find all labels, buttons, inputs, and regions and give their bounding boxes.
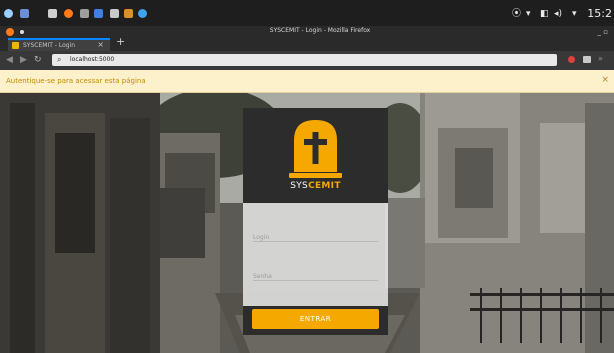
chevron-down-icon[interactable]: ▾ — [572, 9, 577, 19]
brand-cemit: CEMIT — [308, 181, 341, 191]
files-icon[interactable] — [48, 9, 57, 18]
url-text[interactable]: localhost:5000 — [70, 55, 114, 65]
url-bar[interactable]: ⌕ localhost:5000 — [52, 54, 557, 66]
notification-close-icon[interactable]: × — [601, 75, 609, 85]
forward-icon[interactable]: ▶ — [20, 55, 27, 66]
back-icon[interactable]: ◀ — [6, 55, 13, 66]
tombstone-cross-icon — [289, 120, 342, 178]
login-form — [243, 203, 388, 306]
overflow-menu-icon[interactable]: » — [598, 54, 603, 64]
tab-close-icon[interactable]: × — [97, 40, 104, 50]
brand-sys: SYS — [290, 181, 309, 191]
desktop-icon[interactable] — [20, 9, 29, 18]
editor-icon[interactable] — [94, 9, 103, 18]
notification-message: Autentique-se para acessar esta página — [6, 77, 146, 85]
window-dot-icon — [20, 30, 24, 34]
terminal-icon[interactable] — [80, 9, 89, 18]
wifi-icon[interactable]: ▾ — [526, 9, 531, 19]
volume-icon[interactable]: ◂) — [554, 9, 562, 19]
login-input[interactable] — [253, 229, 378, 246]
firefox-logo-icon — [6, 28, 14, 36]
ublock-icon[interactable] — [568, 56, 575, 63]
tab-favicon-icon — [12, 42, 19, 49]
window-title: SYSCEMIT - Login - Mozilla Firefox — [269, 27, 371, 34]
tab-title: SYSCEMIT - Login — [23, 42, 76, 49]
tab-syscemit-login[interactable]: SYSCEMIT - Login × — [8, 38, 110, 51]
new-tab-button[interactable]: + — [116, 36, 125, 48]
audio-icon[interactable]: ◧ — [540, 9, 549, 19]
browser-icon[interactable] — [138, 9, 147, 18]
login-card-header: SYSCEMIT — [243, 108, 388, 203]
window-controls[interactable]: _ ▫ — [598, 28, 608, 37]
apps-menu-icon[interactable] — [4, 9, 13, 18]
reader-view-icon[interactable] — [583, 56, 591, 63]
clock: 15:2 — [587, 7, 612, 20]
login-field-wrapper — [253, 224, 378, 246]
system-top-bar: ⦿ ▾ ◧ ◂) ▾ 15:2 — [0, 0, 614, 26]
search-icon: ⌕ — [57, 55, 62, 64]
tab-strip: SYSCEMIT - Login - Mozilla Firefox _ ▫ S… — [0, 26, 614, 51]
firefox-icon[interactable] — [64, 9, 73, 18]
network-icon[interactable]: ⦿ — [512, 9, 521, 19]
reload-icon[interactable]: ↻ — [34, 55, 42, 66]
login-card: SYSCEMIT ENTRAR — [243, 108, 388, 335]
tools-icon[interactable] — [110, 9, 119, 18]
senha-field-wrapper — [253, 263, 378, 285]
senha-input[interactable] — [253, 268, 378, 285]
image-viewer-icon[interactable] — [124, 9, 133, 18]
auth-notification-bar: Autentique-se para acessar esta página × — [0, 70, 614, 93]
entrar-button[interactable]: ENTRAR — [252, 309, 379, 329]
brand-logo-text: SYSCEMIT — [243, 180, 388, 192]
